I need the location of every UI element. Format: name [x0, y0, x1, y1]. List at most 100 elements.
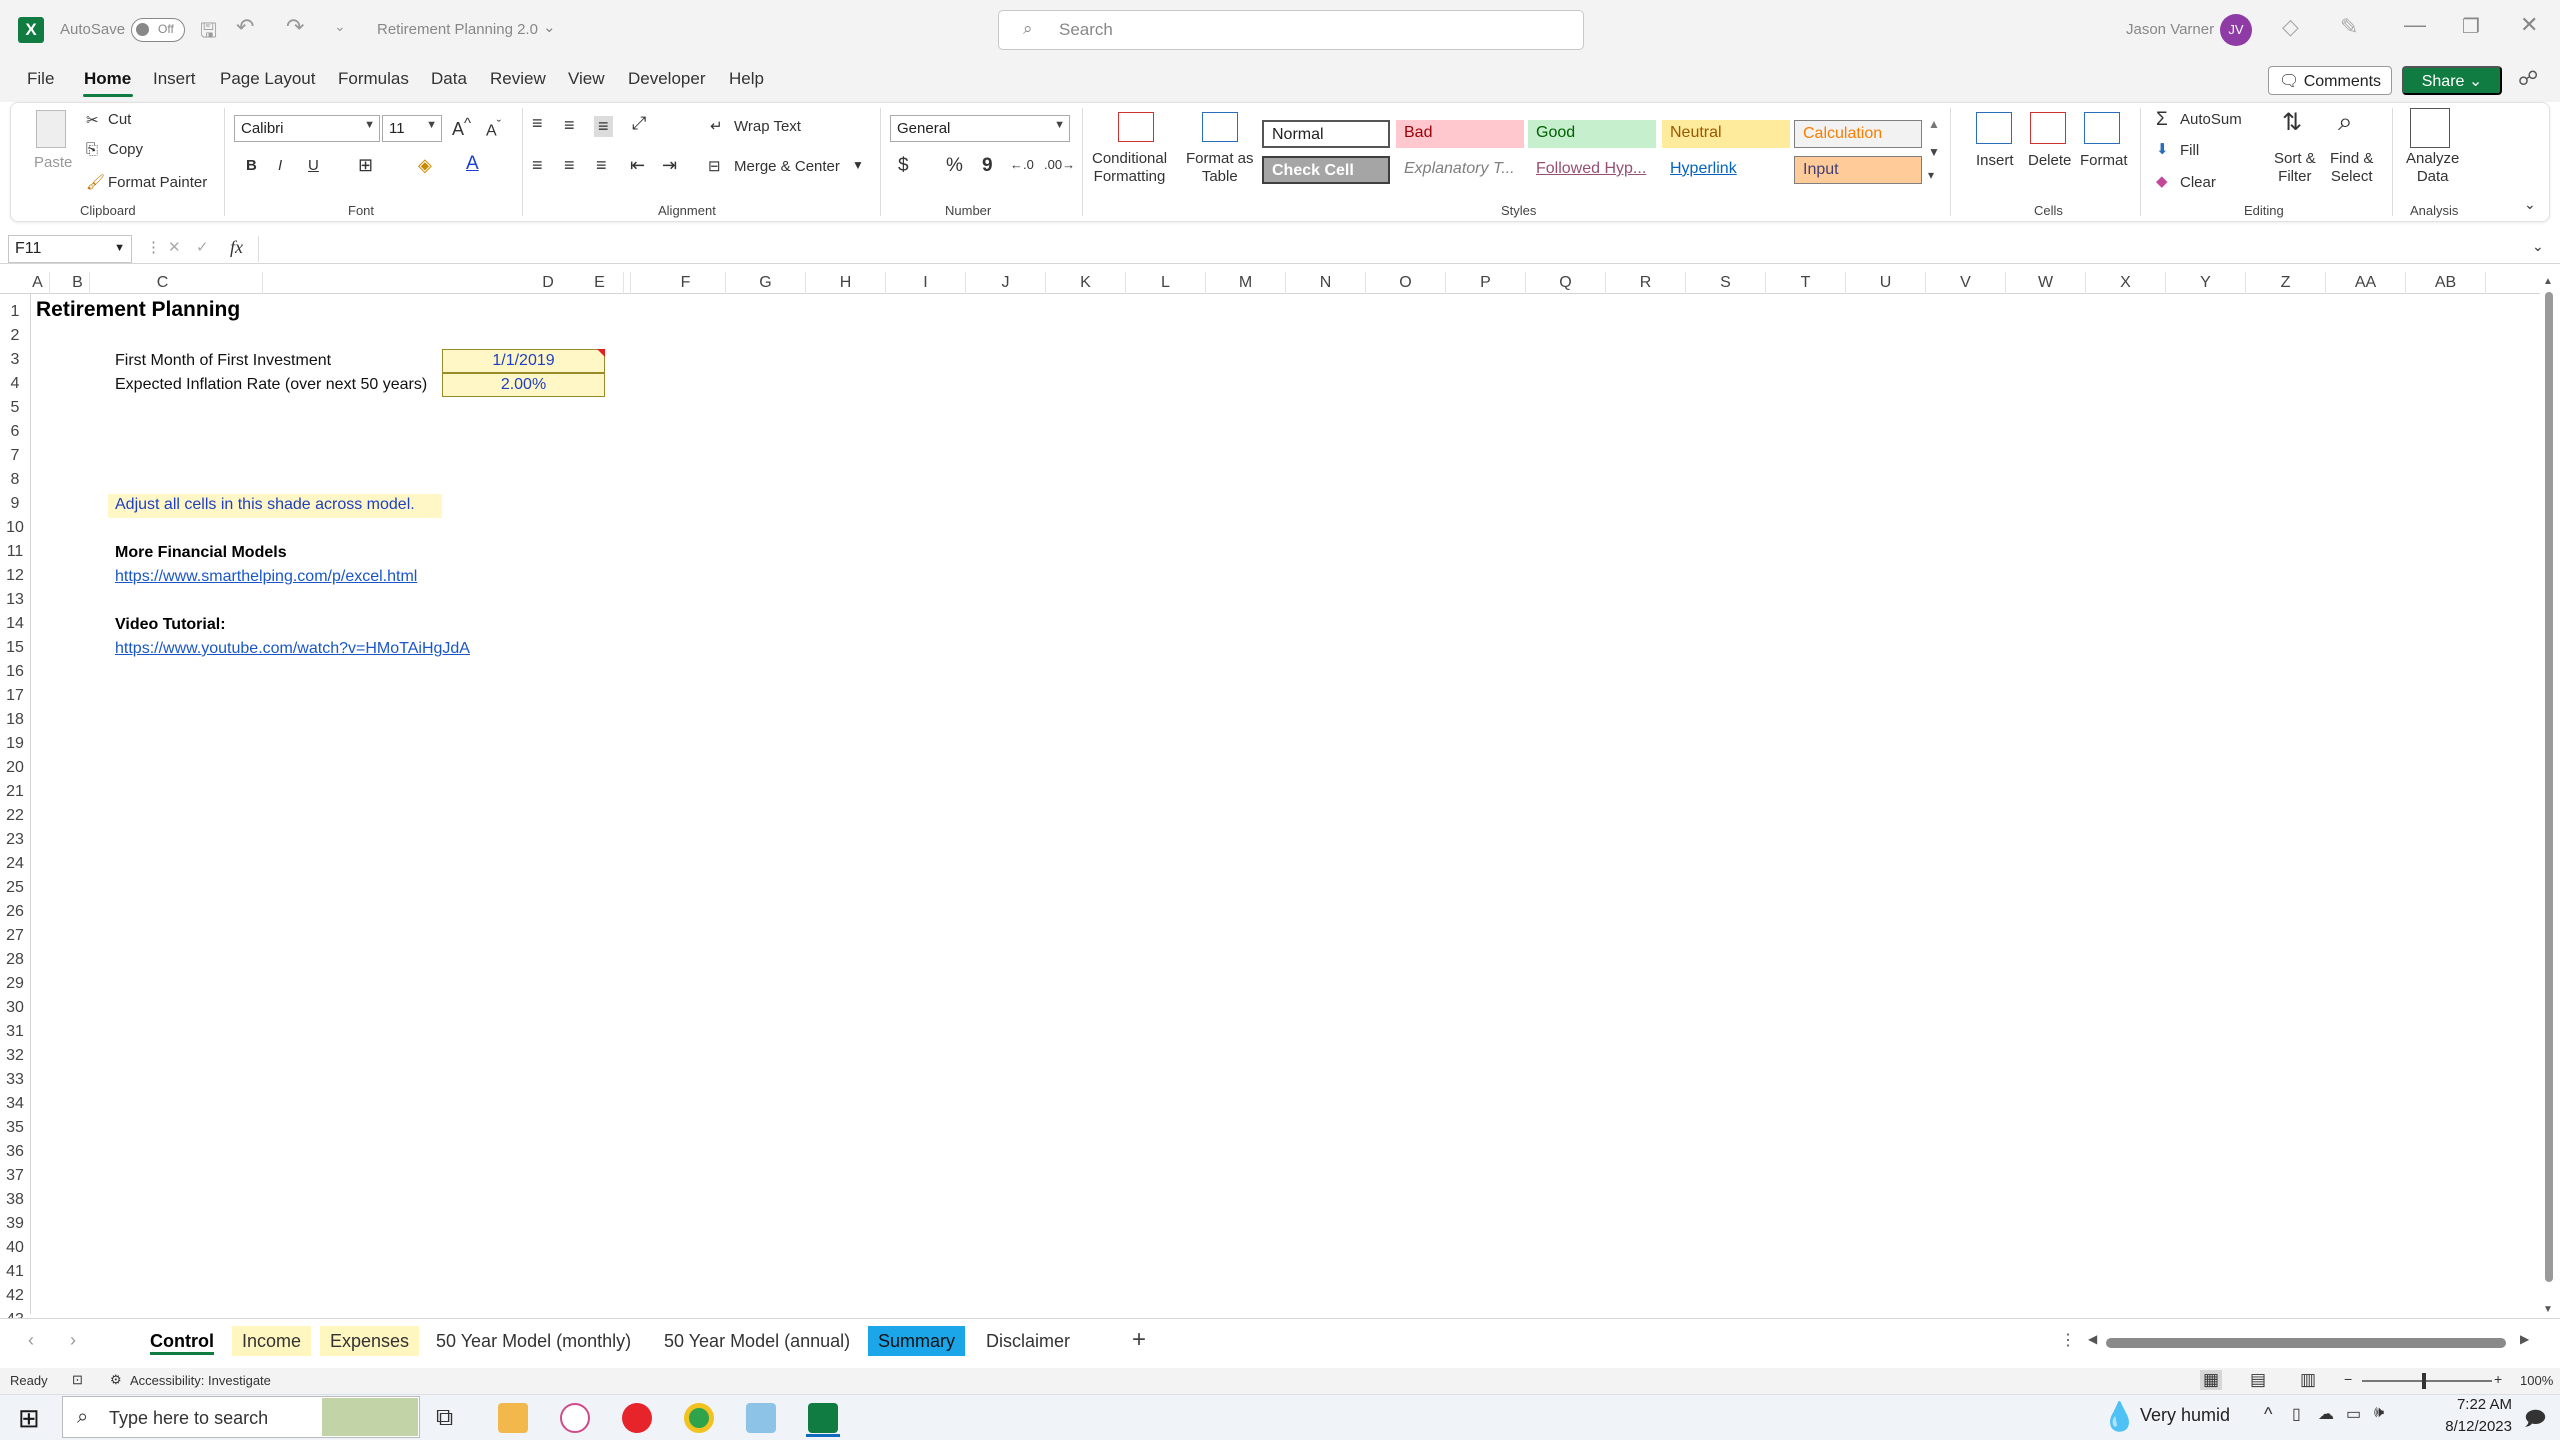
find-icon[interactable]: ⌕	[2338, 106, 2353, 138]
align-left-icon[interactable]: ≡	[532, 155, 543, 176]
scroll-left-icon[interactable]: ◀	[2088, 1332, 2097, 1346]
row-header[interactable]: 32	[0, 1044, 30, 1068]
cancel-entry-icon[interactable]: ✕	[168, 238, 181, 256]
column-header[interactable]: J	[966, 272, 1046, 294]
conditional-formatting-button[interactable]: Conditional Formatting	[1092, 150, 1167, 186]
bold-button[interactable]: B	[246, 157, 257, 174]
zoom-slider[interactable]	[2362, 1380, 2492, 1382]
menu-formulas[interactable]: Formulas	[338, 69, 409, 89]
restore-icon[interactable]: ❐	[2462, 14, 2480, 39]
column-header[interactable]: AA	[2326, 272, 2406, 294]
fill-button[interactable]: Fill	[2180, 142, 2199, 159]
row-header[interactable]: 12	[0, 564, 30, 588]
confirm-entry-icon[interactable]: ✓	[196, 238, 209, 256]
accessibility-status[interactable]: Accessibility: Investigate	[130, 1373, 271, 1388]
tab-options-icon[interactable]: ⋮	[2060, 1330, 2076, 1350]
file-explorer-icon[interactable]	[498, 1403, 528, 1433]
row-header[interactable]: 29	[0, 972, 30, 996]
more-models-label[interactable]: More Financial Models	[115, 544, 287, 562]
column-header[interactable]: H	[806, 272, 886, 294]
row-header[interactable]: 38	[0, 1188, 30, 1212]
currency-button[interactable]: $	[898, 155, 909, 177]
align-bottom-icon[interactable]: ≡	[594, 116, 613, 137]
row-header[interactable]: 25	[0, 876, 30, 900]
page-break-view-icon[interactable]: ▥	[2300, 1370, 2316, 1390]
autosum-button[interactable]: AutoSum	[2180, 111, 2242, 128]
column-header[interactable]: S	[1686, 272, 1766, 294]
zoom-out-icon[interactable]: −	[2344, 1371, 2352, 1387]
format-as-table-button[interactable]: Format as Table	[1186, 150, 1254, 186]
row-header[interactable]: 41	[0, 1260, 30, 1284]
quick-access-dropdown-icon[interactable]: ⌄	[334, 18, 346, 35]
row-header[interactable]: 4	[0, 372, 30, 396]
show-hidden-icons-icon[interactable]: ^	[2264, 1404, 2272, 1425]
next-sheet-icon[interactable]: ›	[70, 1330, 76, 1351]
cut-icon[interactable]: ✂	[86, 111, 99, 129]
decrease-indent-icon[interactable]: ⇤	[630, 155, 645, 176]
clock-time[interactable]: 7:22 AM	[2412, 1396, 2512, 1413]
merge-center-button[interactable]: Merge & Center	[734, 158, 840, 175]
diamond-icon[interactable]: ◇	[2282, 14, 2299, 40]
menu-data[interactable]: Data	[431, 69, 467, 89]
search-box[interactable]: ⌕ Search	[998, 10, 1584, 50]
decrease-font-icon[interactable]: Aˇ	[486, 117, 501, 140]
menu-view[interactable]: View	[568, 69, 605, 89]
opera-browser-icon[interactable]	[622, 1403, 652, 1433]
row-header[interactable]: 40	[0, 1236, 30, 1260]
style-cell-followed-hyp[interactable]: Followed Hyp...	[1528, 156, 1656, 184]
menu-page-layout[interactable]: Page Layout	[220, 69, 315, 89]
row-header[interactable]: 34	[0, 1092, 30, 1116]
first-month-input[interactable]: 1/1/2019	[442, 349, 605, 373]
row-header[interactable]: 17	[0, 684, 30, 708]
minimize-icon[interactable]: —	[2404, 12, 2426, 38]
copy-icon[interactable]: ⎘	[86, 141, 98, 158]
orientation-icon[interactable]: ⤢	[632, 113, 646, 134]
row-header[interactable]: 5	[0, 396, 30, 420]
row-header[interactable]: 15	[0, 636, 30, 660]
column-header[interactable]: K	[1046, 272, 1126, 294]
row-header[interactable]: 14	[0, 612, 30, 636]
column-header[interactable]: L	[1126, 272, 1206, 294]
tab-income[interactable]: Income	[232, 1326, 312, 1356]
menu-help[interactable]: Help	[729, 69, 764, 89]
paste-icon[interactable]	[36, 110, 66, 148]
clear-button[interactable]: Clear	[2180, 174, 2216, 191]
row-header[interactable]: 20	[0, 756, 30, 780]
copy-button[interactable]: Copy	[108, 141, 143, 158]
style-cell-neutral[interactable]: Neutral	[1662, 120, 1790, 148]
menu-home[interactable]: Home	[84, 69, 131, 89]
vertical-scroll-thumb[interactable]	[2545, 292, 2553, 1282]
feedback-icon[interactable]: ☍	[2518, 66, 2538, 91]
page-layout-view-icon[interactable]: ▤	[2250, 1370, 2266, 1390]
format-painter-icon[interactable]: 🖌	[86, 173, 105, 191]
row-header[interactable]: 19	[0, 732, 30, 756]
number-format-select[interactable]: General ▼	[890, 115, 1070, 142]
column-header[interactable]: W	[2006, 272, 2086, 294]
more-models-link[interactable]: https://www.smarthelping.com/p/excel.htm…	[115, 568, 417, 586]
column-header[interactable]: N	[1286, 272, 1366, 294]
style-cell-explanatory-t[interactable]: Explanatory T...	[1396, 156, 1524, 184]
inflation-label[interactable]: Expected Inflation Rate (over next 50 ye…	[115, 376, 427, 394]
format-cells-icon[interactable]	[2084, 112, 2120, 144]
row-header[interactable]: 9	[0, 492, 30, 516]
align-middle-icon[interactable]: ≡	[564, 115, 575, 136]
row-header[interactable]: 1	[0, 300, 30, 324]
snipping-tool-icon[interactable]	[560, 1403, 590, 1433]
row-header[interactable]: 22	[0, 804, 30, 828]
row-header[interactable]: 7	[0, 444, 30, 468]
row-header[interactable]: 42	[0, 1284, 30, 1308]
app-icon[interactable]	[746, 1403, 776, 1433]
wrap-text-button[interactable]: Wrap Text	[734, 118, 801, 135]
row-header[interactable]: 24	[0, 852, 30, 876]
zoom-slider-thumb[interactable]	[2422, 1373, 2426, 1389]
sort-filter-icon[interactable]: ⇅	[2282, 108, 2302, 137]
style-cell-check-cell[interactable]: Check Cell	[1262, 156, 1390, 184]
italic-button[interactable]: I	[278, 157, 282, 174]
menu-insert[interactable]: Insert	[153, 69, 196, 89]
column-header[interactable]: T	[1766, 272, 1846, 294]
menu-review[interactable]: Review	[490, 69, 546, 89]
style-cell-calculation[interactable]: Calculation	[1794, 120, 1922, 148]
find-select-button[interactable]: Find & Select	[2330, 150, 2373, 186]
row-header[interactable]: 11	[0, 540, 30, 564]
share-button[interactable]: Share ⌄	[2402, 66, 2502, 95]
